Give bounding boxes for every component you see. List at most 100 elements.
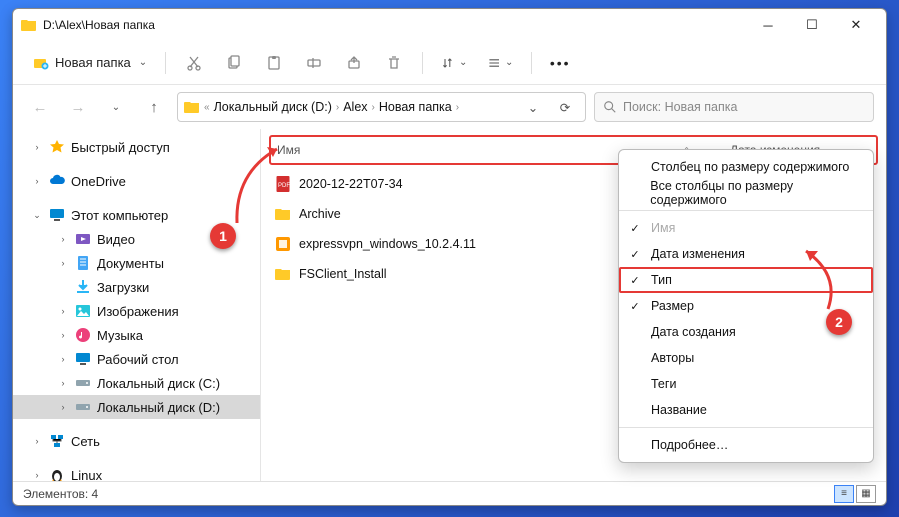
- nav-sidebar: ›Быстрый доступ ›OneDrive ⌄Этот компьюте…: [13, 129, 261, 481]
- chevron-right-icon[interactable]: ›: [57, 378, 69, 388]
- chevron-right-icon: ›: [456, 102, 459, 113]
- video-icon: [75, 231, 91, 247]
- sidebar-music[interactable]: ›Музыка: [13, 323, 260, 347]
- chevron-right-icon: «: [204, 102, 210, 113]
- close-button[interactable]: ✕: [834, 10, 878, 40]
- music-icon: [75, 327, 91, 343]
- copy-button[interactable]: [216, 47, 252, 79]
- more-button[interactable]: •••: [542, 47, 578, 79]
- refresh-button[interactable]: ⟳: [551, 93, 579, 121]
- network-icon: [49, 433, 65, 449]
- callout-marker-1: 1: [210, 223, 236, 249]
- sidebar-onedrive[interactable]: ›OneDrive: [13, 169, 260, 193]
- item-count: Элементов: 4: [23, 487, 98, 501]
- sidebar-downloads[interactable]: Загрузки: [13, 275, 260, 299]
- address-bar[interactable]: « Локальный диск (D:) › Alex › Новая пап…: [177, 92, 586, 122]
- desktop-icon: [75, 351, 91, 367]
- pc-icon: [49, 207, 65, 223]
- details-view-button[interactable]: ≡: [834, 485, 854, 503]
- status-bar: Элементов: 4 ≡ ▦: [13, 481, 886, 505]
- ctx-size-column[interactable]: Столбец по размеру содержимого: [619, 154, 873, 180]
- callout-arrow-2: [796, 245, 846, 315]
- ctx-col-title[interactable]: Название: [619, 397, 873, 423]
- linux-icon: [49, 467, 65, 481]
- chevron-right-icon[interactable]: ›: [57, 354, 69, 364]
- up-button[interactable]: ↑: [139, 92, 169, 122]
- sidebar-linux[interactable]: ›Linux: [13, 463, 260, 481]
- sidebar-drive-d[interactable]: ›Локальный диск (D:): [13, 395, 260, 419]
- folder-icon: [184, 99, 200, 115]
- breadcrumb-item[interactable]: Новая папка: [379, 100, 452, 114]
- separator: [531, 52, 532, 74]
- sort-button[interactable]: ⌄: [433, 47, 475, 79]
- dropdown-icon[interactable]: ⌄: [519, 93, 547, 121]
- search-input[interactable]: Поиск: Новая папка: [594, 92, 874, 122]
- callout-arrow-1: [225, 143, 285, 227]
- command-bar: Новая папка ⌄ ⌄ ⌄ •••: [13, 41, 886, 85]
- rename-button[interactable]: [296, 47, 332, 79]
- sidebar-quick-access[interactable]: ›Быстрый доступ: [13, 135, 260, 159]
- sidebar-documents[interactable]: ›Документы: [13, 251, 260, 275]
- share-button[interactable]: [336, 47, 372, 79]
- maximize-button[interactable]: ☐: [790, 10, 834, 40]
- separator: [619, 427, 873, 428]
- forward-button[interactable]: →: [63, 92, 93, 122]
- ctx-col-authors[interactable]: Авторы: [619, 345, 873, 371]
- chevron-right-icon[interactable]: ›: [31, 436, 43, 446]
- ctx-col-name[interactable]: ✓Имя: [619, 215, 873, 241]
- ctx-col-tags[interactable]: Теги: [619, 371, 873, 397]
- folder-icon: [21, 17, 37, 33]
- window-title: D:\Alex\Новая папка: [43, 18, 155, 32]
- chevron-down-icon: ⌄: [505, 57, 513, 68]
- minimize-button[interactable]: ─: [746, 10, 790, 40]
- chevron-right-icon: ›: [372, 102, 375, 113]
- search-placeholder: Поиск: Новая папка: [623, 100, 737, 114]
- drive-icon: [75, 399, 91, 415]
- chevron-right-icon[interactable]: ›: [31, 176, 43, 186]
- chevron-right-icon[interactable]: ›: [57, 234, 69, 244]
- separator: [422, 52, 423, 74]
- downloads-icon: [75, 279, 91, 295]
- chevron-right-icon[interactable]: ›: [31, 470, 43, 480]
- chevron-right-icon[interactable]: ›: [31, 142, 43, 152]
- back-button[interactable]: ←: [25, 92, 55, 122]
- chevron-right-icon[interactable]: ›: [57, 258, 69, 268]
- exe-icon: [275, 236, 291, 252]
- chevron-right-icon[interactable]: ›: [57, 402, 69, 412]
- sidebar-pictures[interactable]: ›Изображения: [13, 299, 260, 323]
- separator: [165, 52, 166, 74]
- breadcrumb-root[interactable]: Локальный диск (D:): [214, 100, 332, 114]
- breadcrumb-item[interactable]: Alex: [343, 100, 367, 114]
- icons-view-button[interactable]: ▦: [856, 485, 876, 503]
- chevron-right-icon[interactable]: ›: [57, 306, 69, 316]
- chevron-right-icon[interactable]: ›: [57, 330, 69, 340]
- sidebar-drive-c[interactable]: ›Локальный диск (C:): [13, 371, 260, 395]
- delete-button[interactable]: [376, 47, 412, 79]
- paste-button[interactable]: [256, 47, 292, 79]
- separator: [619, 210, 873, 211]
- sidebar-desktop[interactable]: ›Рабочий стол: [13, 347, 260, 371]
- search-icon: [603, 100, 617, 114]
- chevron-down-icon[interactable]: ⌄: [31, 210, 43, 221]
- documents-icon: [75, 255, 91, 271]
- chevron-down-icon: ⌄: [459, 57, 467, 68]
- cut-button[interactable]: [176, 47, 212, 79]
- chevron-right-icon: ›: [336, 102, 339, 113]
- recent-button[interactable]: ⌄: [101, 92, 131, 122]
- pictures-icon: [75, 303, 91, 319]
- new-button[interactable]: Новая папка ⌄: [25, 51, 155, 75]
- callout-marker-2: 2: [826, 309, 852, 335]
- star-icon: [49, 139, 65, 155]
- folder-icon: [275, 266, 291, 282]
- explorer-window: D:\Alex\Новая папка ─ ☐ ✕ Новая папка ⌄ …: [12, 8, 887, 506]
- view-button[interactable]: ⌄: [479, 47, 521, 79]
- cloud-icon: [49, 173, 65, 189]
- chevron-down-icon: ⌄: [139, 57, 147, 68]
- new-folder-icon: [33, 55, 49, 71]
- sidebar-network[interactable]: ›Сеть: [13, 429, 260, 453]
- ctx-more[interactable]: Подробнее…: [619, 432, 873, 458]
- new-button-label: Новая папка: [55, 55, 131, 70]
- ctx-size-all[interactable]: Все столбцы по размеру содержимого: [619, 180, 873, 206]
- drive-icon: [75, 375, 91, 391]
- address-row: ← → ⌄ ↑ « Локальный диск (D:) › Alex › Н…: [13, 85, 886, 129]
